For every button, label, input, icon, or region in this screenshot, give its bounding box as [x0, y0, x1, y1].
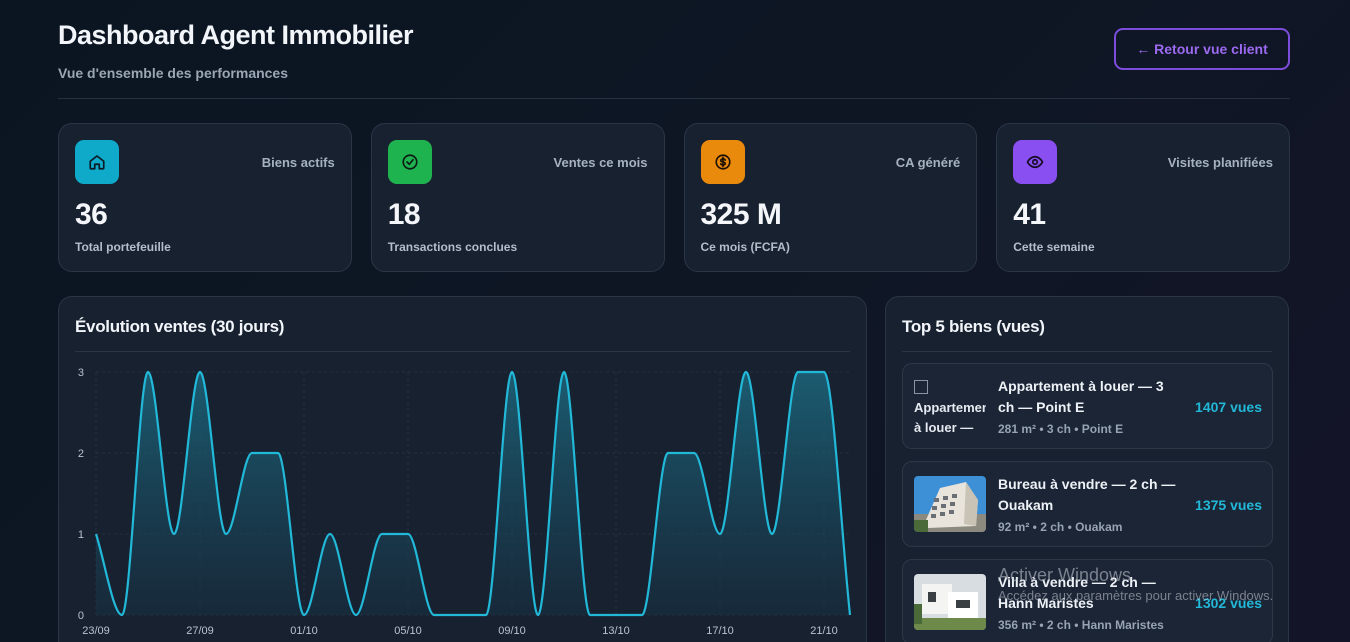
stat-subtext: Transactions conclues — [387, 240, 518, 254]
divider — [902, 351, 1272, 352]
stat-subtext: Ce mois (FCFA) — [700, 240, 790, 254]
x-tick-label: 09/10 — [498, 625, 526, 637]
stat-icon-box — [700, 140, 745, 184]
divider — [75, 351, 850, 352]
stat-value: 325 M — [700, 198, 782, 231]
y-tick-label: 3 — [78, 367, 84, 379]
stats-row: Biens actifs 36 Total portefeuille Vente… — [58, 123, 1290, 272]
listing-meta: 356 m² • 2 ch • Hann Maristes — [998, 618, 1164, 632]
stat-value: 18 — [387, 198, 421, 231]
stat-card-revenue: CA généré 325 M Ce mois (FCFA) — [683, 123, 978, 272]
listing-title: Villa à vendre — 2 ch — Hann Maristes — [998, 574, 1156, 611]
top-listings-panel: Top 5 biens (vues) Appartement à louer —… — [885, 296, 1289, 642]
stat-card-monthly-sales: Ventes ce mois 18 Transactions conclues — [370, 123, 665, 272]
listing-views: 1375 vues — [1195, 497, 1262, 513]
stat-icon-box — [75, 140, 119, 184]
chart-area-fill — [96, 372, 850, 615]
x-tick-label: 05/10 — [394, 625, 422, 637]
listing-thumbnail — [914, 574, 986, 630]
stat-value: 36 — [75, 198, 108, 231]
page-header: Dashboard Agent Immobilier Vue d'ensembl… — [58, 20, 1290, 99]
stat-icon-box — [1013, 140, 1058, 184]
home-icon — [89, 155, 105, 170]
y-tick-label: 1 — [78, 529, 84, 541]
listing-image-alt-text: Appartement à louer — — [914, 400, 986, 434]
listing-title: Appartement à louer — 3 ch — Point E — [998, 378, 1164, 415]
page-title: Dashboard Agent Immobilier — [58, 20, 414, 50]
listing-meta: 281 m² • 3 ch • Point E — [998, 422, 1124, 436]
broken-image-icon — [914, 380, 928, 394]
stat-card-visits: Visites planifiées 41 Cette semaine — [996, 123, 1290, 272]
stat-subtext: Cette semaine — [1013, 240, 1095, 254]
x-tick-label: 27/09 — [186, 625, 214, 637]
page-subtitle: Vue d'ensemble des performances — [58, 65, 289, 81]
stat-label: Visites planifiées — [1167, 155, 1273, 170]
stat-value: 41 — [1013, 198, 1046, 231]
broken-image-alt: Appartement à louer — — [914, 378, 986, 434]
y-tick-label: 2 — [78, 448, 84, 460]
x-tick-label: 01/10 — [290, 625, 318, 637]
stat-subtext: Total portefeuille — [75, 240, 171, 254]
x-tick-label: 21/10 — [810, 625, 838, 637]
listing-views: 1407 vues — [1195, 399, 1262, 415]
listing-meta: 92 m² • 2 ch • Ouakam — [998, 520, 1123, 534]
x-tick-label: 17/10 — [706, 625, 734, 637]
y-tick-label: 0 — [78, 610, 84, 622]
top-listing-item[interactable]: Villa à vendre — 2 ch — Hann Maristes 35… — [902, 559, 1273, 642]
top-listings-title: Top 5 biens (vues) — [902, 317, 1045, 336]
back-to-client-button[interactable]: ← Retour vue client — [1114, 28, 1290, 70]
stat-card-active-listings: Biens actifs 36 Total portefeuille — [58, 123, 352, 272]
listing-thumbnail — [914, 476, 986, 532]
check-circle-icon — [402, 154, 418, 170]
x-tick-label: 13/10 — [602, 625, 630, 637]
sales-chart-panel: Évolution ventes (30 jours) 0 1 2 3 23/09 27/… — [58, 296, 867, 642]
dollar-circle-icon — [714, 154, 731, 170]
chart-title: Évolution ventes (30 jours) — [75, 317, 285, 336]
listing-title: Bureau à vendre — 2 ch — Ouakam — [998, 476, 1176, 513]
sales-area-chart: 0 1 2 3 23/09 27/09 01/10 05/10 09/10 13/10 17/10 2… — [78, 367, 852, 637]
listing-views: 1302 vues — [1195, 595, 1262, 611]
stat-icon-box — [387, 140, 432, 184]
eye-icon — [1026, 155, 1044, 169]
stat-label: Biens actifs — [261, 155, 335, 170]
stat-label: Ventes ce mois — [553, 155, 648, 170]
top-listing-item[interactable]: Bureau à vendre — 2 ch — Ouakam 92 m² • … — [902, 461, 1273, 547]
x-tick-label: 23/09 — [82, 625, 110, 637]
top-listing-item[interactable]: Appartement à louer — Appartement à loue… — [902, 363, 1273, 449]
stat-label: CA généré — [895, 155, 961, 170]
